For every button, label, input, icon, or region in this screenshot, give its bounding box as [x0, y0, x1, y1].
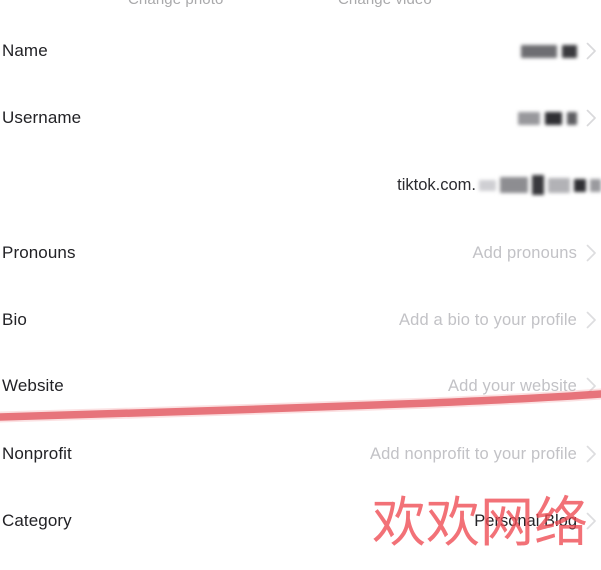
settings-row-bio[interactable]: Bio Add a bio to your profile: [0, 303, 601, 337]
chevron-right-icon: [586, 512, 597, 530]
profile-url-domain: tiktok.com.: [397, 175, 476, 194]
row-label-website: Website: [2, 376, 64, 395]
change-video-button[interactable]: Change video: [338, 0, 432, 8]
settings-row-username[interactable]: Username: [0, 101, 601, 135]
row-label-bio: Bio: [2, 310, 27, 329]
row-label-category: Category: [2, 511, 72, 530]
chevron-right-icon: [586, 244, 597, 262]
row-placeholder-pronouns: Add pronouns: [472, 243, 577, 262]
redacted-profile-url-handle: [479, 175, 601, 195]
redacted-name-value: [521, 44, 577, 58]
row-placeholder-nonprofit: Add nonprofit to your profile: [369, 444, 577, 463]
settings-row-name[interactable]: Name: [0, 34, 601, 68]
chevron-right-icon: [586, 311, 597, 329]
profile-edit-screen: Change photo Change video Name Username: [0, 0, 601, 570]
settings-row-nonprofit[interactable]: Nonprofit Add nonprofit to your profile: [0, 437, 601, 471]
row-label-name: Name: [2, 41, 48, 60]
chevron-right-icon: [586, 445, 597, 463]
chevron-right-icon: [586, 377, 597, 395]
row-value-category-text: Personal Blog: [474, 511, 577, 530]
row-label-username: Username: [2, 108, 82, 127]
profile-url-value[interactable]: tiktok.com.: [397, 168, 601, 202]
change-photo-button[interactable]: Change photo: [128, 0, 223, 8]
row-value-name[interactable]: [521, 34, 597, 68]
row-value-bio[interactable]: Add a bio to your profile: [399, 303, 597, 337]
settings-row-pronouns[interactable]: Pronouns Add pronouns: [0, 236, 601, 270]
row-label-pronouns: Pronouns: [2, 243, 76, 262]
row-value-pronouns[interactable]: Add pronouns: [472, 236, 597, 270]
row-placeholder-website: Add your website: [448, 376, 577, 395]
row-placeholder-bio: Add a bio to your profile: [398, 310, 577, 329]
row-label-nonprofit: Nonprofit: [2, 444, 72, 463]
chevron-right-icon: [586, 109, 597, 127]
settings-row-category[interactable]: Category Personal Blog: [0, 504, 601, 538]
header-actions: Change photo Change video: [0, 0, 601, 13]
redacted-username-value: [518, 111, 577, 125]
row-value-category[interactable]: Personal Blog: [474, 504, 597, 538]
row-value-username[interactable]: [518, 101, 597, 135]
settings-row-profile-url[interactable]: tiktok.com.: [0, 168, 601, 202]
row-value-nonprofit[interactable]: Add nonprofit to your profile: [370, 437, 597, 471]
row-value-website[interactable]: Add your website: [448, 369, 597, 403]
chevron-right-icon: [586, 42, 597, 60]
settings-row-website[interactable]: Website Add your website: [0, 369, 601, 403]
